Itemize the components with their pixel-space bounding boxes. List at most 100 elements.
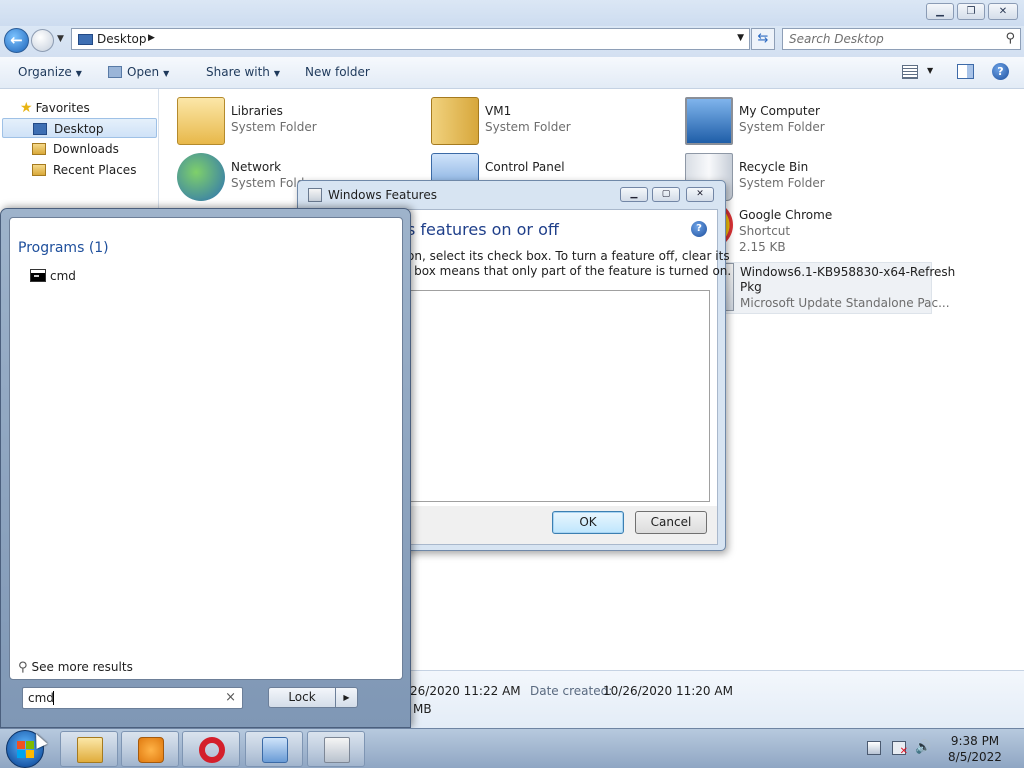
lock-button[interactable]: Lock bbox=[268, 687, 336, 708]
restore-button[interactable]: ❐ bbox=[957, 3, 985, 20]
start-menu-results-panel: Programs (1) cmd ⚲ See more results bbox=[9, 217, 403, 680]
programs-heading[interactable]: Programs (1) bbox=[18, 240, 109, 256]
explorer-icon bbox=[77, 737, 103, 763]
date-modified-value: 26/2020 11:22 AM bbox=[410, 684, 521, 698]
favorites-label: Favorites bbox=[35, 101, 90, 115]
installer-icon bbox=[324, 737, 350, 763]
network-status-icon[interactable]: ✕ bbox=[892, 741, 908, 757]
change-view-icon[interactable] bbox=[902, 65, 918, 79]
help-icon[interactable]: ? bbox=[992, 63, 1009, 80]
downloads-folder-icon bbox=[32, 143, 46, 155]
item-type: System Folder bbox=[739, 120, 825, 134]
see-more-label: See more results bbox=[31, 660, 133, 674]
chevron-down-icon[interactable]: ▼ bbox=[927, 66, 933, 75]
media-player-icon bbox=[138, 737, 164, 763]
dialog-description: on, select its check box. To turn a feat… bbox=[407, 249, 731, 279]
search-icon[interactable]: ⚲ bbox=[1005, 31, 1015, 46]
search-input[interactable]: Search Desktop ⚲ bbox=[782, 28, 1021, 50]
date-created-label: Date created: bbox=[530, 684, 613, 698]
share-with-button[interactable]: Share with ▼ bbox=[206, 65, 280, 79]
close-button[interactable]: ✕ bbox=[988, 3, 1018, 20]
taskbar-media-player[interactable] bbox=[121, 731, 179, 767]
star-icon: ★ bbox=[20, 100, 33, 116]
favorites-header[interactable]: ★ Favorites bbox=[20, 100, 90, 116]
refresh-button[interactable]: ⇆ bbox=[751, 28, 775, 50]
item-name-line2: Pkg bbox=[740, 280, 762, 294]
text-caret bbox=[53, 691, 54, 705]
organize-button[interactable]: Organize ▼ bbox=[18, 65, 82, 79]
recent-places-icon bbox=[32, 164, 46, 176]
user-folder-icon bbox=[431, 97, 479, 145]
recent-pages-dropdown[interactable]: ▼ bbox=[57, 34, 64, 44]
chevron-down-icon: ▼ bbox=[75, 69, 82, 78]
item-type: Shortcut bbox=[739, 224, 791, 238]
windows-features-icon bbox=[308, 188, 322, 202]
start-search-value: cmd bbox=[28, 691, 54, 705]
nav-item-label: Recent Places bbox=[53, 163, 137, 177]
minimize-button[interactable]: ▁ bbox=[926, 3, 954, 20]
search-result-label: cmd bbox=[50, 269, 76, 283]
start-search-input[interactable]: cmd × bbox=[22, 687, 243, 709]
item-type: System Folder bbox=[485, 120, 571, 134]
computer-icon bbox=[685, 97, 733, 145]
item-type: System Folder bbox=[739, 176, 825, 190]
clear-search-icon[interactable]: × bbox=[225, 690, 236, 705]
description-line-1: on, select its check box. To turn a feat… bbox=[407, 249, 730, 263]
libraries-icon bbox=[177, 97, 225, 145]
nav-item-desktop[interactable]: Desktop bbox=[2, 118, 157, 138]
item-my-computer[interactable]: My Computer System Folder bbox=[685, 97, 925, 147]
features-tree[interactable] bbox=[407, 290, 710, 502]
dialog-minimize-button[interactable]: ▁ bbox=[620, 187, 648, 202]
command-bar: Organize ▼ Open ▼ Share with ▼ New folder ▼… bbox=[0, 57, 1024, 89]
taskbar-clock[interactable]: 9:38 PM 8/5/2022 bbox=[940, 733, 1010, 765]
taskbar-control-panel[interactable] bbox=[245, 731, 303, 767]
open-button[interactable]: Open ▼ bbox=[108, 65, 169, 79]
action-center-icon[interactable] bbox=[867, 741, 881, 755]
address-dropdown-icon[interactable]: ▼ bbox=[737, 33, 744, 43]
item-type: System Folder bbox=[231, 120, 317, 134]
dialog-close-button[interactable]: ✕ bbox=[686, 187, 714, 202]
taskbar-opera[interactable] bbox=[182, 731, 240, 767]
open-icon bbox=[108, 66, 122, 78]
help-icon[interactable]: ? bbox=[691, 221, 707, 237]
search-result-cmd[interactable]: cmd bbox=[28, 267, 228, 285]
breadcrumb-arrow-icon[interactable]: ▶ bbox=[148, 33, 155, 43]
item-name: Recycle Bin bbox=[739, 160, 809, 174]
item-name: Control Panel bbox=[485, 160, 565, 174]
shutdown-options-button[interactable]: ▶ bbox=[336, 687, 358, 708]
item-size: 2.15 KB bbox=[739, 240, 786, 254]
volume-icon[interactable]: 🔊 bbox=[915, 741, 931, 755]
item-libraries[interactable]: Libraries System Folder bbox=[177, 97, 417, 147]
command-prompt-icon bbox=[30, 269, 46, 282]
item-type: Microsoft Update Standalone Pac... bbox=[740, 296, 950, 310]
error-x-icon: ✕ bbox=[899, 746, 908, 757]
preview-pane-icon[interactable] bbox=[957, 64, 974, 79]
open-label: Open bbox=[127, 65, 160, 79]
description-line-2: l box means that only part of the featur… bbox=[407, 264, 732, 278]
new-folder-button[interactable]: New folder bbox=[305, 65, 370, 79]
item-name: VM1 bbox=[485, 104, 512, 118]
item-vm1[interactable]: VM1 System Folder bbox=[431, 97, 671, 147]
network-icon bbox=[177, 153, 225, 201]
item-name: Windows6.1-KB958830-x64-Refresh bbox=[740, 265, 956, 279]
item-name: Google Chrome bbox=[739, 208, 833, 222]
share-with-label: Share with bbox=[206, 65, 270, 79]
item-name: Libraries bbox=[231, 104, 283, 118]
dialog-maximize-button[interactable]: ▢ bbox=[652, 187, 680, 202]
date-created-value: 10/26/2020 11:20 AM bbox=[603, 684, 733, 698]
nav-item-downloads[interactable]: Downloads bbox=[2, 139, 157, 159]
title-bar: ▁ ❐ ✕ bbox=[0, 0, 1024, 26]
nav-item-label: Downloads bbox=[53, 142, 119, 156]
breadcrumb-desktop[interactable]: Desktop bbox=[97, 32, 147, 46]
ok-button[interactable]: OK bbox=[552, 511, 624, 534]
see-more-results-link[interactable]: ⚲ See more results bbox=[18, 660, 133, 675]
cancel-button[interactable]: Cancel bbox=[635, 511, 707, 534]
nav-item-recent-places[interactable]: Recent Places bbox=[2, 160, 157, 180]
forward-button[interactable] bbox=[31, 29, 54, 52]
item-name: Network bbox=[231, 160, 282, 174]
chevron-down-icon: ▼ bbox=[273, 69, 281, 78]
back-button[interactable]: ← bbox=[4, 28, 29, 53]
taskbar-explorer[interactable] bbox=[60, 731, 118, 767]
taskbar-installer[interactable] bbox=[307, 731, 365, 767]
address-bar[interactable]: Desktop ▶ ▼ bbox=[71, 28, 750, 50]
